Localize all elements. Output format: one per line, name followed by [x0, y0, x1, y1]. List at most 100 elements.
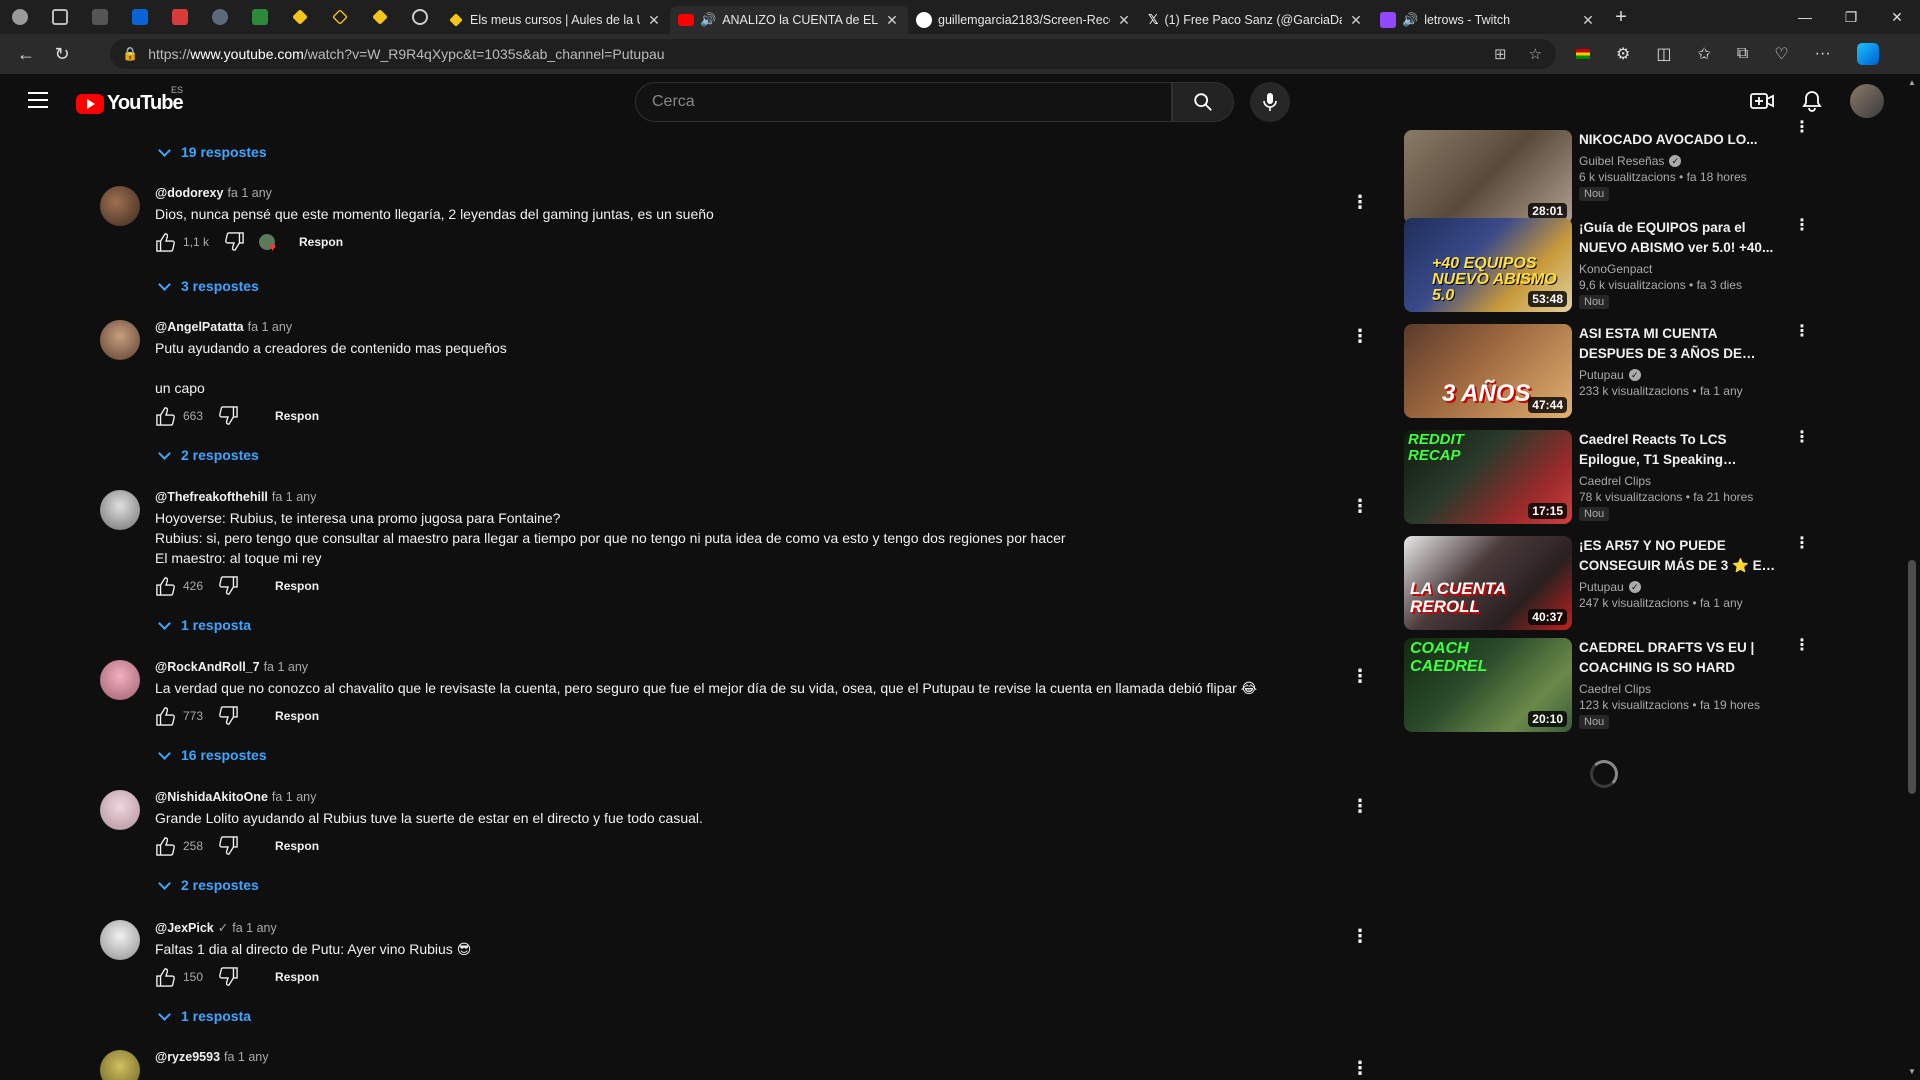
channel-name[interactable]: Guibel Reseñas [1579, 154, 1664, 168]
thumbs-up-icon[interactable] [155, 836, 177, 856]
channel-name[interactable]: Putupau [1579, 368, 1624, 382]
pinned-tab-4[interactable] [200, 0, 240, 34]
language-flag-icon[interactable] [1576, 49, 1590, 59]
recommended-video[interactable]: REDDIT RECAP 17:15 Caedrel Reacts To LCS… [1404, 430, 1810, 528]
video-options-icon[interactable]: ⋮ [1794, 218, 1810, 234]
comment-author[interactable]: @AngelPatatta [155, 320, 244, 334]
profile-icon[interactable] [0, 0, 40, 34]
scroll-down-arrow-icon[interactable]: ▼ [1908, 1067, 1916, 1076]
search-button[interactable] [1172, 82, 1234, 122]
comment-time[interactable]: fa 1 any [227, 186, 271, 200]
comment-author[interactable]: @dodorexy [155, 186, 223, 200]
comment-options-icon[interactable]: ⋮ [1350, 667, 1370, 685]
comment-time[interactable]: fa 1 any [248, 320, 292, 334]
commenter-avatar[interactable] [100, 490, 140, 530]
pinned-tab-1[interactable] [80, 0, 120, 34]
thumbs-down-icon[interactable] [223, 232, 245, 252]
thumbs-up-icon[interactable] [155, 406, 177, 426]
minimize-icon[interactable]: — [1782, 0, 1828, 34]
thumbs-down-icon[interactable] [217, 706, 239, 726]
thumbs-up-icon[interactable] [155, 706, 177, 726]
video-title[interactable]: Caedrel Reacts To LCS Epilogue, T1 Speak… [1579, 430, 1779, 470]
thumbs-down-icon[interactable] [217, 576, 239, 596]
reply-button[interactable]: Respon [275, 709, 319, 723]
view-replies-toggle[interactable]: 19 respostes [158, 143, 267, 160]
recommended-video[interactable]: +40 EQUIPOS NUEVO ABISMO 5.0 53:48 ¡Guía… [1404, 218, 1810, 316]
comment-author[interactable]: @Thefreakofthehill [155, 490, 268, 504]
pinned-tab-7[interactable] [320, 0, 360, 34]
comment-options-icon[interactable]: ⋮ [1350, 193, 1370, 211]
video-title[interactable]: NIKOCADO AVOCADO LO... [1579, 130, 1779, 150]
comment-options-icon[interactable]: ⋮ [1350, 497, 1370, 515]
comment-time[interactable]: fa 1 any [224, 1050, 268, 1064]
video-thumbnail[interactable]: REDDIT RECAP 17:15 [1404, 430, 1572, 524]
comment-time[interactable]: fa 1 any [272, 790, 316, 804]
comment-author[interactable]: @NishidaAkitoOne [155, 790, 268, 804]
thumbs-up-icon[interactable] [155, 967, 177, 987]
extensions-puzzle-icon[interactable]: ⚙ [1616, 44, 1630, 64]
recommended-video[interactable]: 3 AÑOS 47:44 ASI ESTA MI CUENTA DESPUES … [1404, 324, 1810, 422]
close-window-icon[interactable]: ✕ [1874, 0, 1920, 34]
video-title[interactable]: ¡ES AR57 Y NO PUEDE CONSEGUIR MÁS DE 3 ⭐… [1579, 536, 1779, 576]
new-tab-plus-icon[interactable]: + [1604, 6, 1638, 29]
thumbs-down-icon[interactable] [217, 406, 239, 426]
close-tab-icon[interactable]: ✕ [1580, 12, 1596, 29]
account-avatar[interactable] [1850, 84, 1884, 118]
commenter-avatar[interactable] [100, 1050, 140, 1080]
reload-icon[interactable]: ↻ [44, 44, 80, 65]
app-available-icon[interactable]: ⊞ [1494, 45, 1507, 63]
channel-name[interactable]: KonoGenpact [1579, 262, 1652, 276]
recommended-video[interactable]: COACH CAEDREL 20:10 CAEDREL DRAFTS VS EU… [1404, 638, 1810, 736]
favorites-icon[interactable]: ✩ [1697, 44, 1710, 64]
create-video-icon[interactable] [1750, 91, 1774, 111]
close-tab-icon[interactable]: ✕ [1348, 12, 1364, 29]
close-tab-icon[interactable]: ✕ [884, 12, 900, 29]
reply-button[interactable]: Respon [275, 839, 319, 853]
video-title[interactable]: ASI ESTA MI CUENTA DESPUES DE 3 AÑOS DE … [1579, 324, 1779, 364]
video-options-icon[interactable]: ⋮ [1794, 536, 1810, 552]
reply-button[interactable]: Respon [275, 970, 319, 984]
thumbs-up-icon[interactable] [155, 232, 177, 252]
thumbs-down-icon[interactable] [217, 967, 239, 987]
url-field[interactable]: 🔒 https://www.youtube.com/watch?v=W_R9R4… [110, 39, 1556, 69]
pinned-tab-outlook[interactable] [120, 0, 160, 34]
comment-options-icon[interactable]: ⋮ [1350, 1059, 1370, 1077]
tab-twitch[interactable]: 🔊 letrows - Twitch ✕ [1372, 6, 1604, 34]
commenter-avatar[interactable] [100, 790, 140, 830]
video-title[interactable]: CAEDREL DRAFTS VS EU | COACHING IS SO HA… [1579, 638, 1779, 678]
recommended-video[interactable]: 28:01 NIKOCADO AVOCADO LO... Guibel Rese… [1404, 120, 1810, 228]
comment-author[interactable]: @RockAndRoll_7 [155, 660, 260, 674]
commenter-avatar[interactable] [100, 920, 140, 960]
browser-essentials-icon[interactable]: ♡ [1774, 44, 1788, 64]
pinned-tab-5[interactable] [240, 0, 280, 34]
commenter-avatar[interactable] [100, 320, 140, 360]
speaker-icon[interactable]: 🔊 [1402, 12, 1418, 28]
favorite-star-icon[interactable]: ☆ [1529, 45, 1542, 63]
close-tab-icon[interactable]: ✕ [646, 12, 662, 29]
view-replies-toggle[interactable]: 1 resposta [158, 616, 251, 633]
video-thumbnail[interactable]: 3 AÑOS 47:44 [1404, 324, 1572, 418]
comment-options-icon[interactable]: ⋮ [1350, 797, 1370, 815]
thumbs-up-icon[interactable] [155, 576, 177, 596]
collections-icon[interactable]: ⧉ [1737, 45, 1748, 63]
video-thumbnail[interactable]: COACH CAEDREL 20:10 [1404, 638, 1572, 732]
comment-time[interactable]: fa 1 any [272, 490, 316, 504]
search-input[interactable]: Cerca [635, 82, 1172, 122]
tab-github[interactable]: guillemgarcia2183/Screen-Recor ✕ [908, 6, 1140, 34]
video-thumbnail[interactable]: +40 EQUIPOS NUEVO ABISMO 5.0 53:48 [1404, 218, 1572, 312]
voice-search-button[interactable] [1250, 82, 1290, 122]
recommended-video[interactable]: LA CUENTA REROLL 40:37 ¡ES AR57 Y NO PUE… [1404, 536, 1810, 634]
reply-button[interactable]: Respon [275, 579, 319, 593]
video-options-icon[interactable]: ⋮ [1794, 430, 1810, 446]
hamburger-menu-icon[interactable] [28, 92, 48, 108]
channel-name[interactable]: Putupau [1579, 580, 1624, 594]
copilot-icon[interactable] [1856, 43, 1879, 65]
split-screen-icon[interactable]: ◫ [1656, 44, 1671, 64]
pinned-tab-8[interactable] [360, 0, 400, 34]
reply-button[interactable]: Respon [275, 409, 319, 423]
thumbs-down-icon[interactable] [217, 836, 239, 856]
view-replies-toggle[interactable]: 3 respostes [158, 277, 259, 294]
view-replies-toggle[interactable]: 16 respostes [158, 746, 267, 763]
video-thumbnail[interactable]: LA CUENTA REROLL 40:37 [1404, 536, 1572, 630]
youtube-logo[interactable]: YouTube ES [76, 85, 184, 115]
